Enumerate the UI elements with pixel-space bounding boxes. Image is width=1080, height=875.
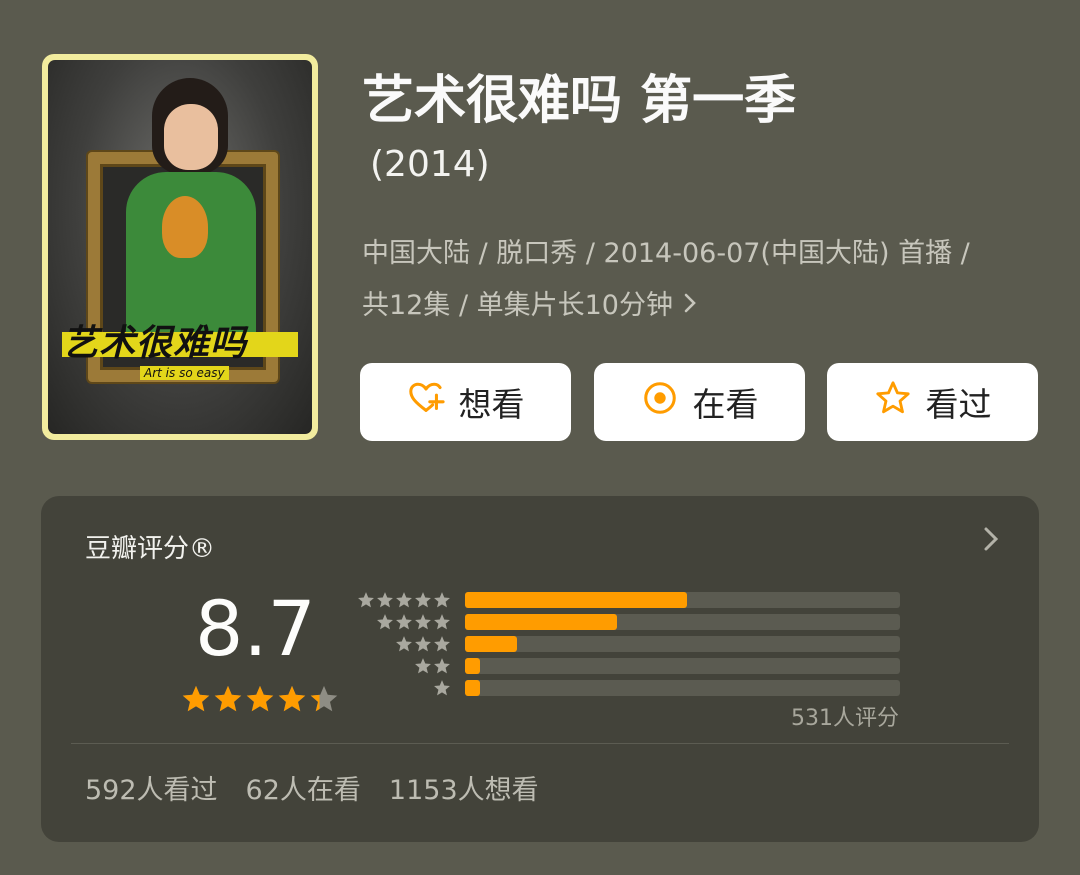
star-icon: [415, 614, 431, 630]
watching-label: 在看: [692, 385, 759, 424]
distribution-bar-fill: [465, 658, 481, 674]
meta-line-2: 共12集 / 单集片长10分钟: [362, 280, 1052, 332]
star-icon: [278, 685, 306, 712]
poster[interactable]: 艺术很难吗 Art is so easy: [42, 54, 318, 440]
distribution-bar-3: [465, 636, 900, 652]
star-icon: [396, 636, 412, 652]
star-icon: [396, 592, 412, 608]
star-icon: [434, 592, 450, 608]
chevron-right-icon[interactable]: [983, 526, 999, 559]
meta-line-1: 中国大陆 / 脱口秀 / 2014-06-07(中国大陆) 首播 /: [362, 238, 970, 269]
stat-watching[interactable]: 62人在看: [246, 768, 361, 807]
stat-watched[interactable]: 592人看过: [85, 768, 218, 807]
poster-title-logo: 艺术很难吗: [62, 314, 298, 374]
distribution-bar-fill: [465, 614, 618, 630]
poster-scream-figure: [162, 196, 208, 258]
star-outline-icon: [874, 379, 912, 425]
watched-button[interactable]: 看过: [827, 363, 1038, 441]
distribution-bar-1: [465, 680, 900, 696]
star-icon: [310, 685, 338, 712]
show-meta[interactable]: 中国大陆 / 脱口秀 / 2014-06-07(中国大陆) 首播 / 共12集 …: [362, 228, 1052, 332]
distribution-bar-fill: [465, 592, 687, 608]
star-icon: [377, 614, 393, 630]
distribution-bar-fill: [465, 680, 481, 696]
want-button[interactable]: 想看: [360, 363, 571, 441]
distribution-stars-2: [414, 657, 451, 675]
want-label: 想看: [458, 385, 525, 424]
distribution-bar-2: [465, 658, 900, 674]
star-icon: [377, 592, 393, 608]
watching-button[interactable]: 在看: [594, 363, 805, 441]
poster-person-face: [164, 104, 218, 170]
target-icon: [641, 379, 679, 425]
star-icon: [434, 680, 450, 696]
star-icon: [415, 592, 431, 608]
distribution-bar-5: [465, 592, 900, 608]
audience-stats: 592人看过 62人在看 1153人想看: [85, 768, 539, 807]
rating-score: 8.7: [195, 584, 316, 673]
distribution-stars-1: [433, 679, 451, 697]
star-icon: [415, 636, 431, 652]
star-icon: [396, 614, 412, 630]
rating-count: 531人评分: [791, 706, 899, 731]
meta-line-2-text: 共12集 / 单集片长10分钟: [362, 290, 673, 321]
star-icon: [434, 636, 450, 652]
divider: [71, 743, 1009, 744]
distribution-stars-5: [357, 591, 451, 609]
rating-label: 豆瓣评分®: [85, 534, 216, 564]
watched-label: 看过: [925, 385, 992, 424]
heart-plus-icon: [407, 379, 445, 425]
star-icon: [434, 614, 450, 630]
star-icon: [434, 658, 450, 674]
star-icon: [182, 685, 210, 712]
stat-want[interactable]: 1153人想看: [389, 768, 539, 807]
star-icon: [214, 685, 242, 712]
distribution-stars-3: [395, 635, 451, 653]
rating-card[interactable]: 豆瓣评分® 8.7 531人评分 592人看过 62人在看 1153人想看: [41, 496, 1039, 842]
star-icon: [358, 592, 374, 608]
distribution-stars-4: [376, 613, 451, 631]
show-title: 艺术很难吗 第一季: [362, 71, 797, 131]
star-icon: [415, 658, 431, 674]
poster-image: 艺术很难吗 Art is so easy: [48, 60, 312, 434]
show-year: (2014): [370, 144, 490, 185]
rating-stars: [181, 684, 339, 714]
star-icon: [246, 685, 274, 712]
poster-subtitle-logo: Art is so easy: [140, 366, 229, 380]
chevron-right-icon: [683, 280, 697, 332]
distribution-bar-4: [465, 614, 900, 630]
distribution-bar-fill: [465, 636, 518, 652]
